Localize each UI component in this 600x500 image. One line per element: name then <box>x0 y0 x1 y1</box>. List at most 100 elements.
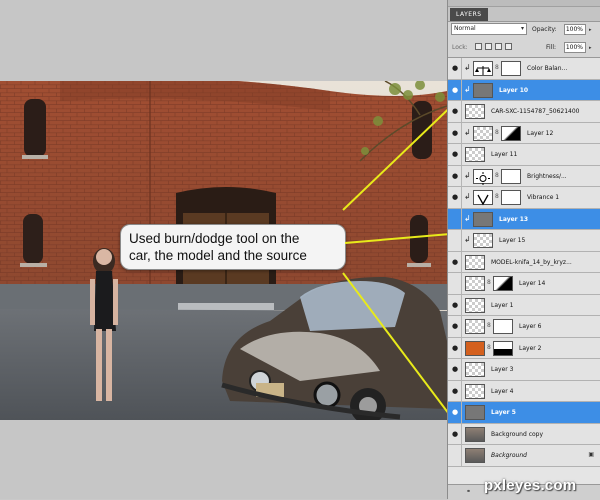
layer-row[interactable]: ● ↲ 8 Color Balan... <box>448 58 600 80</box>
visibility-eye-icon[interactable]: ● <box>451 129 459 137</box>
layer-thumbnail <box>465 340 485 356</box>
visibility-divider <box>461 316 462 337</box>
fill-arrow-icon[interactable]: ▸ <box>589 45 592 51</box>
chevron-down-icon: ▾ <box>520 25 524 32</box>
visibility-divider <box>461 187 462 208</box>
mask-link-icon[interactable]: 8 <box>487 344 491 351</box>
visibility-eye-icon[interactable]: ● <box>451 64 459 72</box>
layer-mask-thumbnail[interactable] <box>501 61 521 76</box>
clipping-arrow-icon: ↲ <box>464 213 471 223</box>
visibility-eye-icon[interactable]: ● <box>451 301 459 309</box>
clipping-arrow-icon: ↲ <box>464 63 471 72</box>
layer-row[interactable]: ● Layer 5 <box>448 402 600 424</box>
layer-thumbnail <box>465 448 485 463</box>
visibility-eye-icon[interactable] <box>451 215 459 223</box>
lock-position-icon[interactable] <box>495 43 502 50</box>
layer-row[interactable]: ● Layer 11 <box>448 144 600 166</box>
visibility-divider <box>461 423 462 445</box>
layer-name: Layer 15 <box>499 237 526 244</box>
visibility-eye-icon[interactable]: ● <box>451 408 459 416</box>
clipping-arrow-icon: ↲ <box>464 127 471 137</box>
layer-mask-thumbnail[interactable] <box>493 276 513 291</box>
lock-image-icon[interactable] <box>485 43 492 50</box>
layer-row[interactable]: Background ▣ <box>448 445 600 467</box>
document-canvas[interactable]: Used burn/dodge tool on the car, the mod… <box>0 0 447 499</box>
panel-title-bar[interactable] <box>448 0 600 7</box>
layer-mask-thumbnail[interactable] <box>493 340 513 356</box>
lock-controls <box>475 43 512 50</box>
layer-name: Layer 1 <box>491 301 514 309</box>
visibility-eye-icon[interactable] <box>451 236 459 244</box>
visibility-eye-icon[interactable]: ● <box>451 258 459 266</box>
visibility-eye-icon[interactable] <box>451 451 459 459</box>
visibility-divider <box>461 445 462 466</box>
opacity-arrow-icon[interactable]: ▸ <box>589 27 592 33</box>
layer-mask-thumbnail[interactable] <box>501 125 521 141</box>
layer-row[interactable]: 8 Layer 14 <box>448 273 600 295</box>
layer-thumbnail <box>465 319 485 334</box>
fill-field[interactable]: 100% <box>564 42 586 53</box>
layer-name: Layer 14 <box>519 280 546 287</box>
layer-thumbnail <box>473 125 493 141</box>
visibility-divider <box>461 337 462 359</box>
layer-row[interactable]: ● CAR-SXC-1154787_50621400 <box>448 101 600 123</box>
fill-label: Fill: <box>546 44 557 51</box>
layer-row[interactable]: ↲ Layer 15 <box>448 230 600 252</box>
layer-thumbnail <box>465 276 485 291</box>
layer-row[interactable]: ● 8 Layer 6 <box>448 316 600 338</box>
visibility-eye-icon[interactable]: ● <box>451 365 459 373</box>
mask-link-icon[interactable]: 8 <box>495 172 499 179</box>
layer-thumbnail <box>473 233 493 248</box>
adjust-balance-icon <box>473 61 493 76</box>
layer-row[interactable]: ● ↲ 8 Brightness/... <box>448 165 600 187</box>
visibility-eye-icon[interactable]: ● <box>451 193 459 201</box>
mask-link-icon[interactable]: 8 <box>487 279 491 286</box>
blend-mode-select[interactable]: Normal ▾ <box>451 23 527 35</box>
layer-row[interactable]: ● 8 Layer 2 <box>448 337 600 359</box>
visibility-divider <box>461 294 462 316</box>
visibility-divider <box>461 402 462 423</box>
visibility-eye-icon[interactable]: ● <box>451 107 459 115</box>
panel-tab-bar: LAYERS <box>448 7 600 22</box>
layers-panel[interactable]: LAYERS Normal ▾ Opacity: 100% ▸ Lock: Fi… <box>447 0 600 500</box>
layer-name: Layer 5 <box>491 409 516 416</box>
mask-link-icon[interactable]: 8 <box>495 64 499 71</box>
layer-row[interactable]: ● Layer 3 <box>448 359 600 381</box>
mask-link-icon[interactable]: 8 <box>487 322 491 329</box>
layer-row[interactable]: ● ↲ 8 Vibrance 1 <box>448 187 600 209</box>
visibility-eye-icon[interactable]: ● <box>451 430 459 438</box>
clipping-arrow-icon: ↲ <box>464 192 471 201</box>
layer-row[interactable]: ● ↲ 8 Layer 12 <box>448 122 600 144</box>
visibility-eye-icon[interactable]: ● <box>451 86 459 94</box>
layer-name: Color Balan... <box>527 65 568 72</box>
layer-row[interactable]: ↲ Layer 13 <box>448 208 600 230</box>
layer-row[interactable]: ● ↲ Layer 10 <box>448 79 600 101</box>
mask-link-icon[interactable]: 8 <box>495 193 499 200</box>
layer-row[interactable]: ● Layer 1 <box>448 294 600 316</box>
visibility-eye-icon[interactable] <box>451 279 459 287</box>
mask-link-icon[interactable]: 8 <box>495 129 499 136</box>
layer-row[interactable]: ● Layer 4 <box>448 380 600 402</box>
layer-row[interactable]: ● Background copy <box>448 423 600 445</box>
visibility-eye-icon[interactable]: ● <box>451 150 459 158</box>
layer-thumbnail <box>465 362 485 377</box>
visibility-eye-icon[interactable]: ● <box>451 387 459 395</box>
lock-all-icon[interactable] <box>505 43 512 50</box>
lock-icon: ▣ <box>588 451 594 458</box>
layer-thumbnail <box>465 147 485 162</box>
layer-mask-thumbnail[interactable] <box>493 319 513 334</box>
tab-layers[interactable]: LAYERS <box>450 8 488 21</box>
layer-name: Background copy <box>491 430 544 438</box>
layer-mask-thumbnail[interactable] <box>501 168 521 184</box>
visibility-eye-icon[interactable]: ● <box>451 344 459 352</box>
lock-transparent-icon[interactable] <box>475 43 482 50</box>
layer-name: Layer 12 <box>527 129 554 137</box>
visibility-eye-icon[interactable]: ● <box>451 322 459 330</box>
layer-name: Layer 13 <box>499 215 529 223</box>
layer-row[interactable]: ● MODEL-knifa_14_by_kryz... <box>448 251 600 273</box>
opacity-field[interactable]: 100% <box>564 24 586 35</box>
visibility-divider <box>461 79 462 101</box>
visibility-eye-icon[interactable]: ● <box>451 172 459 180</box>
link-layers-icon[interactable]: ⚭ <box>466 488 471 495</box>
layer-mask-thumbnail[interactable] <box>501 190 521 205</box>
